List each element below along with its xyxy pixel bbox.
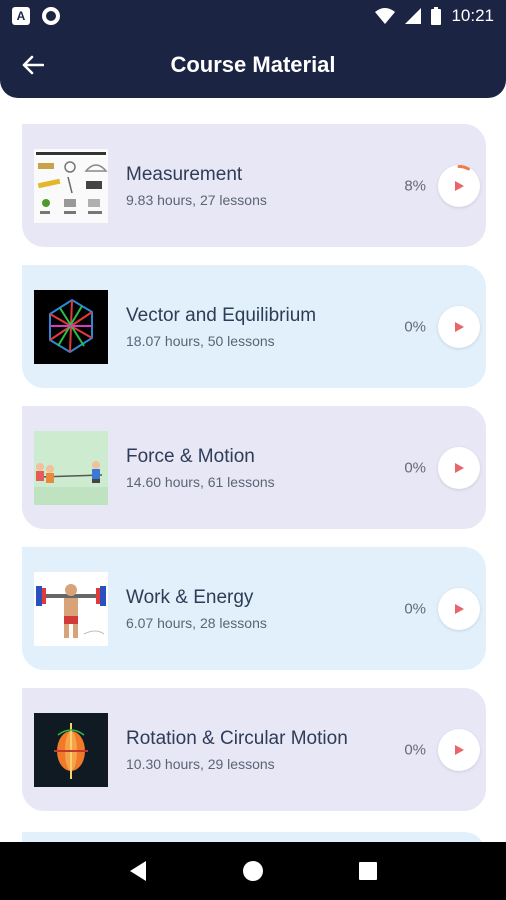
battery-icon — [431, 7, 442, 25]
progress-ring — [457, 164, 470, 170]
course-meta: 14.60 hours, 61 lessons — [126, 473, 275, 490]
course-thumbnail — [34, 289, 108, 364]
course-card-work-energy[interactable]: Work & Energy 6.07 hours, 28 lessons 0% — [22, 547, 486, 670]
arrow-left-icon — [22, 55, 44, 75]
play-button[interactable] — [438, 587, 480, 630]
course-card-vector-equilibrium[interactable]: Vector and Equilibrium 18.07 hours, 50 l… — [22, 265, 486, 388]
course-meta: 6.07 hours, 28 lessons — [126, 614, 267, 631]
system-nav-bar — [0, 842, 506, 900]
nav-recents-button[interactable] — [348, 851, 388, 891]
home-circle-icon — [242, 861, 263, 881]
course-progress-text: 0% — [404, 459, 426, 476]
status-bar: A 10:21 — [0, 0, 506, 32]
back-button[interactable] — [18, 50, 48, 80]
course-title: Rotation & Circular Motion — [126, 727, 348, 749]
nav-home-button[interactable] — [233, 851, 273, 891]
nav-back-button[interactable] — [118, 851, 158, 891]
play-icon — [455, 462, 464, 473]
signal-icon — [405, 8, 422, 24]
record-icon — [42, 7, 60, 25]
recents-square-icon — [359, 862, 378, 880]
course-thumbnail — [34, 712, 108, 787]
course-title: Measurement — [126, 163, 243, 185]
status-time: 10:21 — [451, 6, 494, 25]
course-card-force-motion[interactable]: Force & Motion 14.60 hours, 61 lessons 0… — [22, 406, 486, 529]
course-meta: 18.07 hours, 50 lessons — [126, 332, 275, 349]
course-card-measurement[interactable]: Measurement 9.83 hours, 27 lessons 8% — [22, 124, 486, 247]
course-title: Work & Energy — [126, 586, 254, 608]
course-title: Force & Motion — [126, 445, 255, 467]
course-list: Measurement 9.83 hours, 27 lessons 8% Ve… — [22, 124, 486, 862]
course-progress-text: 8% — [404, 177, 426, 194]
play-button[interactable] — [438, 446, 480, 489]
course-card-rotation-circular-motion[interactable]: Rotation & Circular Motion 10.30 hours, … — [22, 688, 486, 811]
course-meta: 9.83 hours, 27 lessons — [126, 191, 267, 208]
play-icon — [455, 321, 464, 332]
course-meta: 10.30 hours, 29 lessons — [126, 755, 275, 772]
app-bar: Course Material — [0, 32, 506, 98]
play-icon — [455, 603, 464, 614]
course-progress-text: 0% — [404, 318, 426, 335]
play-icon — [455, 744, 464, 755]
page-title: Course Material — [170, 52, 336, 77]
play-button[interactable] — [438, 305, 480, 348]
course-thumbnail — [34, 148, 108, 223]
back-triangle-icon — [129, 861, 146, 881]
course-thumbnail — [34, 430, 108, 505]
course-progress-text: 0% — [404, 741, 426, 758]
play-button[interactable] — [438, 728, 480, 771]
wifi-icon — [375, 8, 396, 24]
app-icon: A — [12, 7, 30, 25]
course-thumbnail — [34, 571, 108, 646]
course-progress-text: 0% — [404, 600, 426, 617]
course-title: Vector and Equilibrium — [126, 304, 317, 326]
